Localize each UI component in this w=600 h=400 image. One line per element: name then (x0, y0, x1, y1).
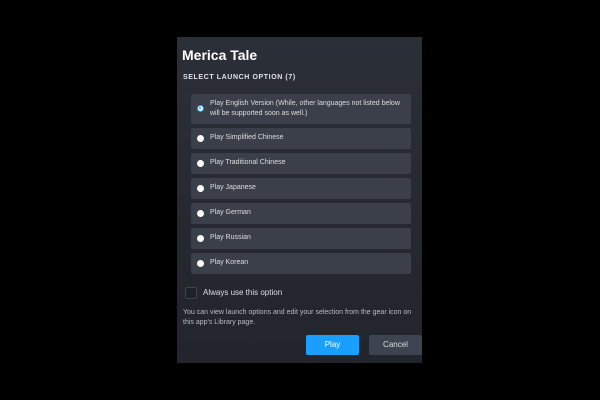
launch-option-korean[interactable]: Play Korean (191, 253, 411, 274)
dialog-title: Merica Tale (182, 47, 258, 63)
launch-option-english[interactable]: Play English Version (While, other langu… (191, 94, 411, 124)
radio-selected-icon (197, 105, 204, 112)
launch-option-simplified-chinese[interactable]: Play Simplified Chinese (191, 128, 411, 149)
launch-option-russian[interactable]: Play Russian (191, 228, 411, 249)
launch-option-japanese[interactable]: Play Japanese (191, 178, 411, 199)
launch-option-label: Play Korean (210, 259, 249, 266)
radio-icon (197, 135, 204, 142)
help-text: You can view launch options and edit you… (183, 309, 412, 326)
launch-option-label: Play Japanese (210, 184, 256, 191)
launch-options-dialog: Merica Tale SELECT LAUNCH OPTION (7) Pla… (177, 37, 422, 363)
launch-option-label: Play Simplified Chinese (210, 134, 284, 141)
launch-option-label: Play German (210, 209, 251, 216)
launch-option-traditional-chinese[interactable]: Play Traditional Chinese (191, 153, 411, 174)
launch-option-label: Play Russian (210, 234, 251, 241)
radio-icon (197, 260, 204, 267)
always-use-checkbox[interactable] (185, 287, 197, 299)
radio-icon (197, 235, 204, 242)
cancel-button[interactable]: Cancel (369, 335, 422, 355)
radio-icon (197, 160, 204, 167)
launch-option-label: Play English Version (While, other langu… (210, 100, 400, 117)
play-button[interactable]: Play (306, 335, 359, 355)
radio-icon (197, 185, 204, 192)
launch-option-label: Play Traditional Chinese (210, 159, 286, 166)
section-label: SELECT LAUNCH OPTION (7) (183, 74, 296, 81)
radio-icon (197, 210, 204, 217)
launch-option-german[interactable]: Play German (191, 203, 411, 224)
always-use-label: Always use this option (203, 288, 283, 297)
